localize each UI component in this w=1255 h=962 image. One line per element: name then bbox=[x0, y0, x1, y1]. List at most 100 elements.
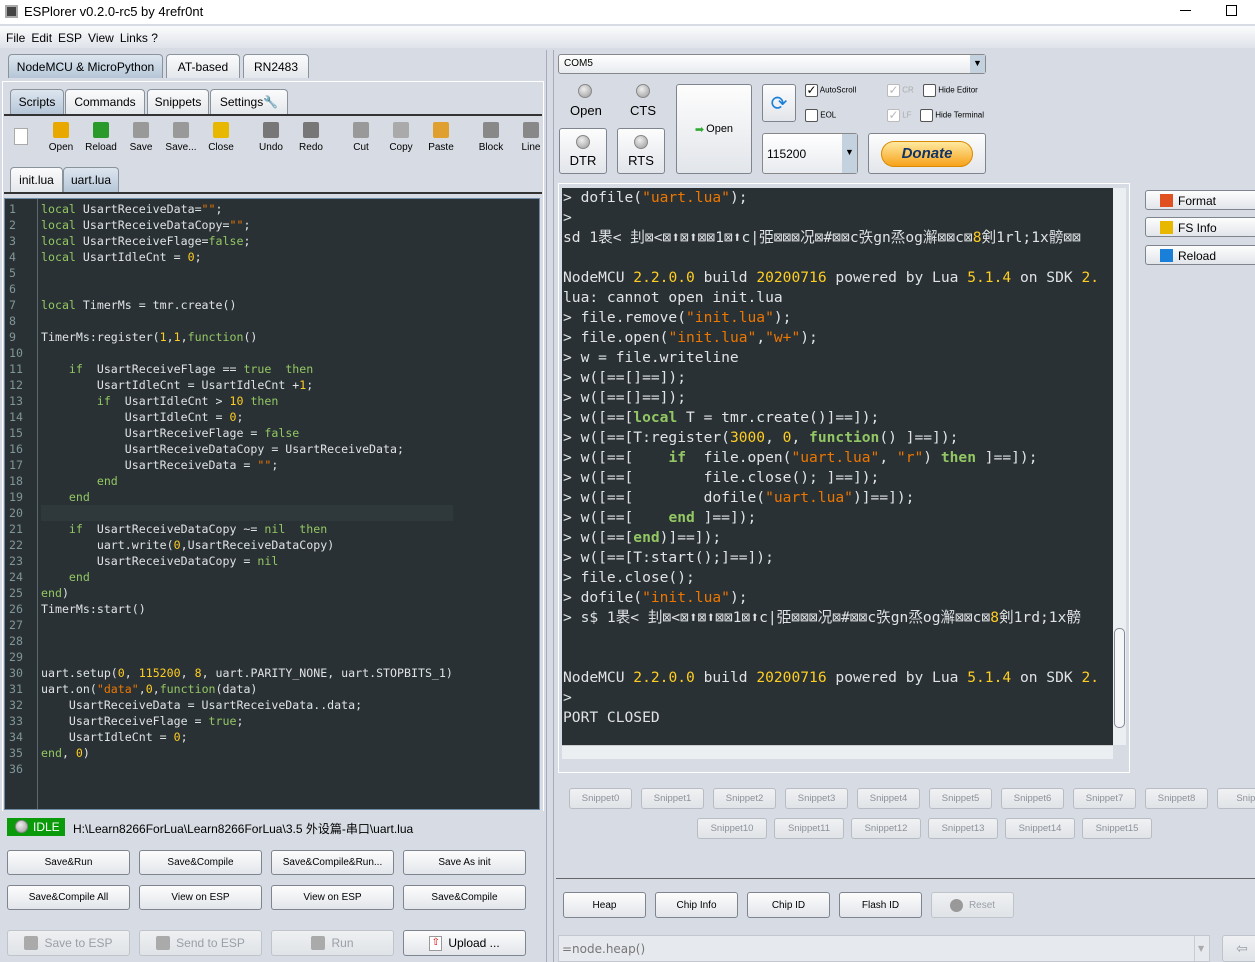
tab-settings[interactable]: Settings🔧 bbox=[210, 89, 288, 114]
toolbar-line[interactable]: Line bbox=[511, 120, 551, 153]
button-upload[interactable]: ⇧ Upload ... bbox=[403, 930, 526, 956]
button-run[interactable]: Run bbox=[271, 930, 394, 956]
button-reload[interactable]: Reload bbox=[1145, 245, 1255, 265]
checkbox[interactable] bbox=[920, 109, 933, 122]
lf-checkbox[interactable]: ✓ LF bbox=[887, 109, 912, 122]
menu-links[interactable]: Links ? bbox=[120, 31, 158, 45]
toolbar-redo[interactable]: Redo bbox=[291, 120, 331, 153]
tab-top-1[interactable]: AT-based bbox=[166, 54, 240, 78]
code-editor[interactable]: 1 2 3 4 5 6 7 8 9 10 11 12 13 14 15 16 17 18 19 20 21 22 23 24 2… bbox=[4, 198, 540, 810]
button-format[interactable]: Format bbox=[1145, 190, 1255, 210]
snippet-button[interactable]: Snippet2 bbox=[713, 788, 776, 809]
hide-terminal-checkbox[interactable]: Hide Terminal bbox=[920, 109, 984, 122]
menu-view[interactable]: View bbox=[88, 31, 114, 45]
snippet-button[interactable]: Snipp bbox=[1217, 788, 1255, 809]
snippet-button[interactable]: Snippet12 bbox=[851, 818, 921, 839]
donate-button[interactable]: Donate bbox=[868, 133, 986, 174]
button-savecompilerun[interactable]: Save&Compile&Run... bbox=[271, 850, 394, 875]
snippet-button[interactable]: Snippet10 bbox=[697, 818, 767, 839]
baud-select[interactable]: 115200 ▼ bbox=[762, 133, 858, 174]
chevron-down-icon[interactable]: ▼ bbox=[842, 134, 857, 173]
snippet-button[interactable]: Snippet6 bbox=[1001, 788, 1064, 809]
snippet-button[interactable]: Snippet5 bbox=[929, 788, 992, 809]
button-viewonesp[interactable]: View on ESP bbox=[271, 885, 394, 910]
toolbar-block[interactable]: Block bbox=[471, 120, 511, 153]
snippet-button[interactable]: Snippet7 bbox=[1073, 788, 1136, 809]
line: > w([==[ file.close(); ]==]); bbox=[563, 468, 1113, 488]
tab-top-0[interactable]: NodeMCU & MicroPython bbox=[8, 54, 163, 78]
tab-top-2[interactable]: RN2483 bbox=[243, 54, 309, 78]
snippet-button[interactable]: Snippet4 bbox=[857, 788, 920, 809]
autoscroll-checkbox[interactable]: ✓ AutoScroll bbox=[805, 84, 856, 97]
line bbox=[41, 649, 453, 665]
button-saverun[interactable]: Save&Run bbox=[7, 850, 130, 875]
send-command-button[interactable]: ⇦ bbox=[1222, 935, 1255, 962]
dtr-button[interactable]: DTR bbox=[559, 128, 607, 174]
snippet-button[interactable]: Snippet3 bbox=[785, 788, 848, 809]
button-heap[interactable]: Heap bbox=[563, 892, 646, 918]
toolbar-cut[interactable]: Cut bbox=[341, 120, 381, 153]
checkbox[interactable]: ✓ bbox=[887, 84, 900, 97]
snippet-button[interactable]: Snippet14 bbox=[1005, 818, 1075, 839]
button-fsinfo[interactable]: FS Info bbox=[1145, 217, 1255, 237]
toolbar-paste[interactable]: Paste bbox=[421, 120, 461, 153]
snippet-button[interactable]: Snippet13 bbox=[928, 818, 998, 839]
open-port-button[interactable]: ➡ Open bbox=[676, 84, 752, 174]
maximize-button[interactable] bbox=[1226, 5, 1237, 16]
button-savecompile[interactable]: Save&Compile bbox=[403, 885, 526, 910]
line: uart.on("data",0,function(data) bbox=[41, 681, 453, 697]
checkbox[interactable] bbox=[805, 109, 818, 122]
snippet-button[interactable]: Snippet15 bbox=[1082, 818, 1152, 839]
rts-button[interactable]: RTS bbox=[617, 128, 665, 174]
toolbar-open[interactable]: Open bbox=[41, 120, 81, 153]
button-flashid[interactable]: Flash ID bbox=[839, 892, 922, 918]
button-savetoesp[interactable]: Save to ESP bbox=[7, 930, 130, 956]
splitter[interactable] bbox=[546, 50, 554, 962]
refresh-button[interactable]: ⟳ bbox=[762, 84, 796, 122]
minimize-button[interactable] bbox=[1180, 10, 1191, 11]
button-saveasinit[interactable]: Save As init bbox=[403, 850, 526, 875]
menu-file[interactable]: File bbox=[6, 31, 25, 45]
toolbar-save[interactable]: Save... bbox=[161, 120, 201, 153]
button-viewonesp[interactable]: View on ESP bbox=[139, 885, 262, 910]
button-savecompileall[interactable]: Save&Compile All bbox=[7, 885, 130, 910]
toolbar-save[interactable]: Save bbox=[121, 120, 161, 153]
tab-commands[interactable]: Commands bbox=[65, 89, 145, 114]
button-chipinfo[interactable]: Chip Info bbox=[655, 892, 738, 918]
scrollbar-thumb[interactable] bbox=[1114, 628, 1125, 728]
snippet-button[interactable]: Snippet11 bbox=[774, 818, 844, 839]
new-file-icon[interactable] bbox=[14, 128, 28, 145]
button-chipid[interactable]: Chip ID bbox=[747, 892, 830, 918]
toolbar-close[interactable]: Close bbox=[201, 120, 241, 153]
button-reset[interactable]: Reset bbox=[931, 892, 1014, 918]
vertical-scrollbar[interactable] bbox=[1113, 188, 1126, 745]
command-input[interactable]: =node.heap() ▼ bbox=[558, 935, 1210, 962]
toolbar-copy[interactable]: Copy bbox=[381, 120, 421, 153]
tab-snippets[interactable]: Snippets bbox=[147, 89, 209, 114]
chevron-down-icon[interactable]: ▼ bbox=[1194, 936, 1209, 961]
menu-esp[interactable]: ESP bbox=[58, 31, 82, 45]
hide-editor-checkbox[interactable]: Hide Editor bbox=[923, 84, 978, 97]
tab-scripts[interactable]: Scripts bbox=[10, 89, 64, 114]
line bbox=[563, 628, 1113, 648]
toolbar-undo[interactable]: Undo bbox=[251, 120, 291, 153]
checkbox[interactable]: ✓ bbox=[805, 84, 818, 97]
button-savecompile[interactable]: Save&Compile bbox=[139, 850, 262, 875]
horizontal-scrollbar[interactable] bbox=[562, 745, 1113, 759]
terminal-output[interactable]: > dofile("uart.lua"); > sd 1褁< 刲⊠<⊠⬆⊠⬆⊠⊠1⊠… bbox=[562, 188, 1113, 745]
eol-checkbox[interactable]: EOL bbox=[805, 109, 836, 122]
snippet-button[interactable]: Snippet1 bbox=[641, 788, 704, 809]
snippet-button[interactable]: Snippet8 bbox=[1145, 788, 1208, 809]
toolbar-reload[interactable]: Reload bbox=[81, 120, 121, 153]
checkbox[interactable] bbox=[923, 84, 936, 97]
cr-checkbox[interactable]: ✓ CR bbox=[887, 84, 914, 97]
file-tab[interactable]: init.lua bbox=[10, 167, 63, 192]
side-splitter[interactable] bbox=[1133, 183, 1141, 773]
button-sendtoesp[interactable]: Send to ESP bbox=[139, 930, 262, 956]
menu-edit[interactable]: Edit bbox=[31, 31, 52, 45]
file-tab[interactable]: uart.lua bbox=[63, 167, 119, 192]
port-select[interactable]: COM5 ▼ bbox=[558, 54, 986, 74]
snippet-button[interactable]: Snippet0 bbox=[569, 788, 632, 809]
checkbox[interactable]: ✓ bbox=[887, 109, 900, 122]
chevron-down-icon[interactable]: ▼ bbox=[970, 55, 985, 73]
